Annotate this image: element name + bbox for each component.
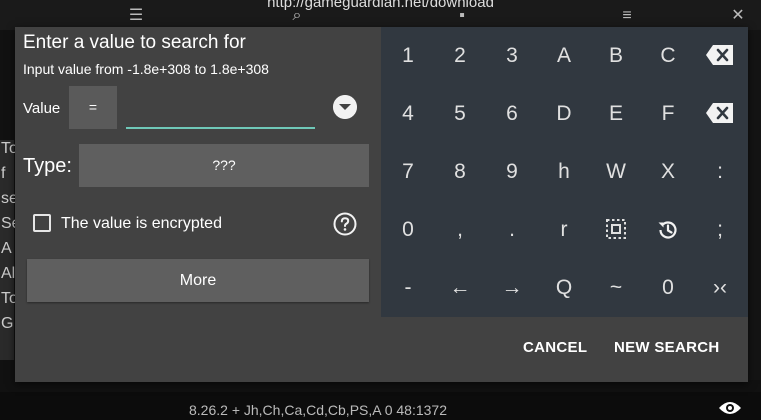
key-2[interactable]: 2	[434, 27, 486, 85]
type-selector-button[interactable]: ???	[79, 144, 369, 187]
dialog-subtitle: Input value from -1.8e+308 to 1.8e+308	[23, 61, 269, 77]
background-list-item: Al	[1, 265, 16, 282]
background-right-strip	[747, 30, 761, 380]
key-collapse[interactable]: ›‹	[694, 259, 746, 317]
background-list-item: se	[1, 190, 18, 207]
value-label: Value	[23, 100, 61, 117]
background-list-item: To	[1, 140, 18, 157]
encrypted-checkbox[interactable]	[33, 214, 51, 232]
key-6[interactable]: 6	[486, 85, 538, 143]
select-icon	[606, 219, 626, 239]
save-icon: ▪	[459, 7, 465, 24]
more-button[interactable]: More	[27, 259, 369, 302]
key-0[interactable]: 0	[382, 201, 434, 259]
key-w[interactable]: W	[590, 143, 642, 201]
key-h[interactable]: h	[538, 143, 590, 201]
key-tilde[interactable]: ~	[590, 259, 642, 317]
key-5[interactable]: 5	[434, 85, 486, 143]
key-0-secondary[interactable]: 0	[642, 259, 694, 317]
list-icon: ≡	[622, 7, 632, 24]
value-input[interactable]	[126, 99, 315, 129]
select-key[interactable]	[590, 201, 642, 259]
search-form: Enter a value to search for Input value …	[15, 27, 380, 317]
cancel-button[interactable]: CANCEL	[523, 339, 587, 356]
settings-sliders-icon: ☰	[128, 7, 144, 24]
key-f[interactable]: F	[642, 85, 694, 143]
search-dialog: Enter a value to search for Input value …	[15, 27, 748, 382]
backspace-icon	[706, 45, 733, 65]
background-list-item: Se	[1, 215, 21, 232]
key-q[interactable]: Q	[538, 259, 590, 317]
operator-button[interactable]: =	[69, 86, 117, 129]
background-list-item: f	[1, 165, 6, 182]
background-url: http://gameguardian.net/download	[267, 0, 494, 11]
key-d[interactable]: D	[538, 85, 590, 143]
dialog-title: Enter a value to search for	[23, 32, 246, 53]
background-list-item: G	[1, 315, 14, 332]
keypad: 1 2 3 A B C 4 5 6 D E F 7 8 9 h W X: 0 …	[381, 27, 748, 317]
key-8[interactable]: 8	[434, 143, 486, 201]
backspace-key[interactable]	[694, 27, 746, 85]
encrypted-label[interactable]: The value is encrypted	[61, 215, 222, 233]
key-minus[interactable]: -	[382, 259, 434, 317]
history-dropdown-icon[interactable]	[333, 95, 357, 119]
key-9[interactable]: 9	[486, 143, 538, 201]
key-b[interactable]: B	[590, 27, 642, 85]
eye-icon[interactable]	[718, 400, 742, 416]
key-1[interactable]: 1	[382, 27, 434, 85]
type-label: Type:	[23, 155, 72, 177]
key-3[interactable]: 3	[486, 27, 538, 85]
close-icon: ✕	[731, 7, 745, 24]
key-e[interactable]: E	[590, 85, 642, 143]
key-semicolon[interactable]: ;	[694, 201, 746, 259]
background-list: To f se Se A Al To G	[0, 140, 21, 360]
key-r[interactable]: r	[538, 201, 590, 259]
history-icon	[658, 221, 677, 239]
clear-icon	[706, 103, 733, 123]
background-list-item: A	[1, 240, 12, 257]
clear-key[interactable]	[694, 85, 746, 143]
new-search-button[interactable]: NEW SEARCH	[614, 339, 720, 356]
search-icon: ⌕	[292, 7, 302, 24]
key-7[interactable]: 7	[382, 143, 434, 201]
key-right-arrow[interactable]: →	[486, 259, 538, 317]
key-c[interactable]: C	[642, 27, 694, 85]
key-comma[interactable]: ,	[434, 201, 486, 259]
status-text: 8.26.2 + Jh,Ch,Ca,Cd,Cb,PS,A 0 48:1372	[189, 402, 448, 418]
background-list-item: To	[1, 290, 18, 307]
key-dot[interactable]: .	[486, 201, 538, 259]
key-a[interactable]: A	[538, 27, 590, 85]
key-left-arrow[interactable]: ←	[434, 259, 486, 317]
key-4[interactable]: 4	[382, 85, 434, 143]
key-x[interactable]: X	[642, 143, 694, 201]
help-icon[interactable]	[333, 212, 357, 236]
key-colon[interactable]: :	[694, 143, 746, 201]
history-key[interactable]	[642, 201, 694, 259]
